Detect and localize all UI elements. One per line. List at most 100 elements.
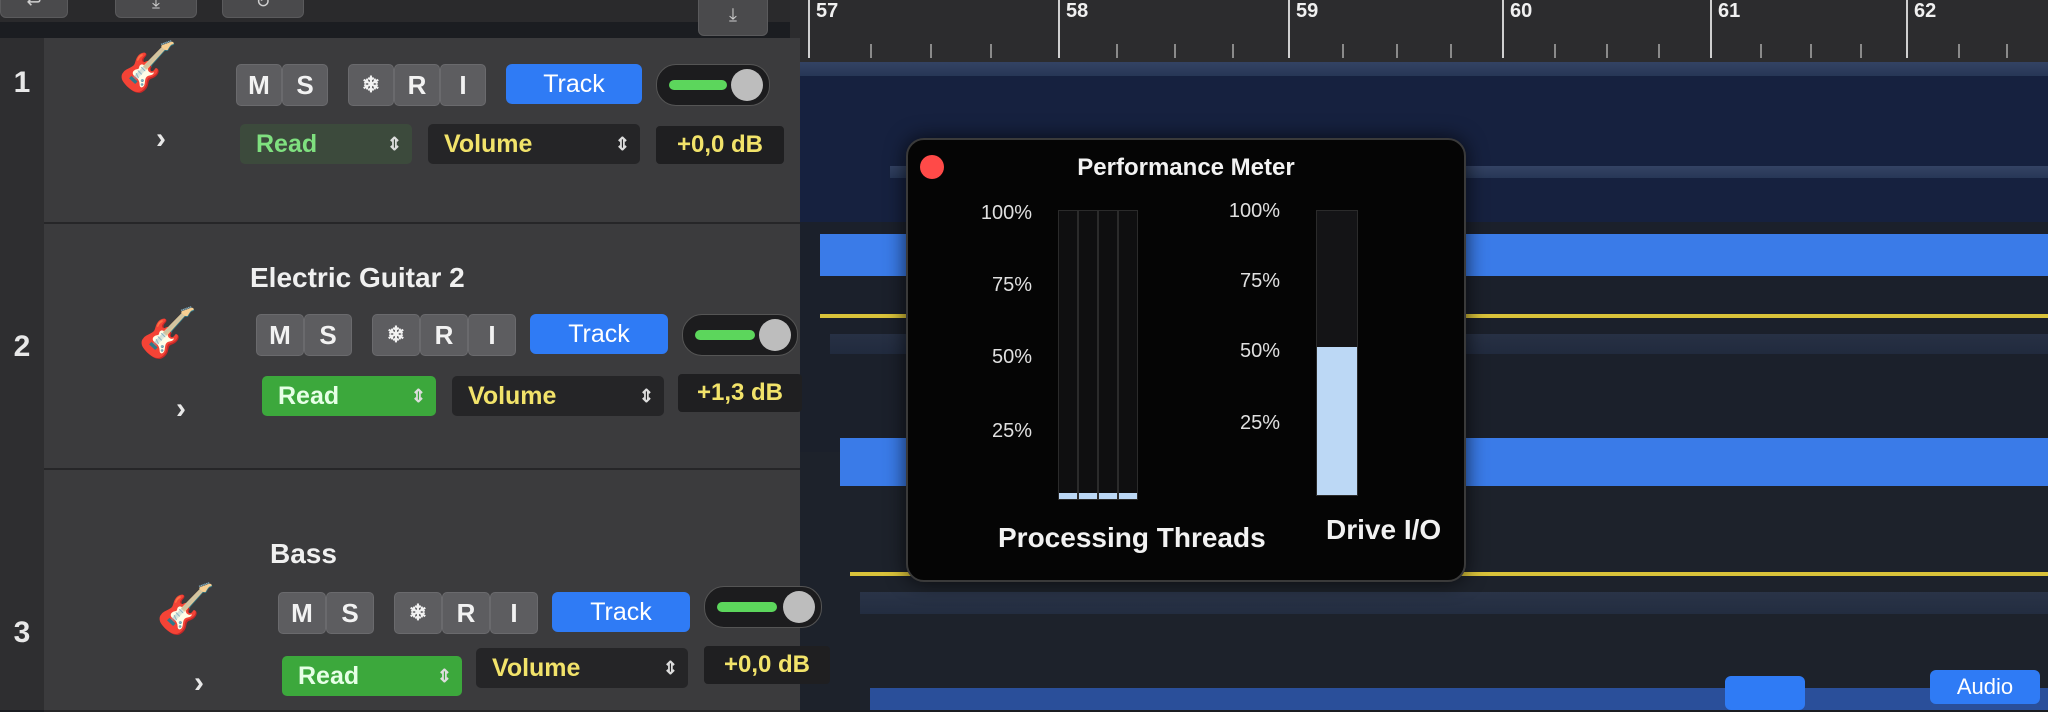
- track-name[interactable]: Bass: [270, 538, 337, 570]
- window-title: Performance Meter: [1077, 154, 1295, 181]
- ruler-tick: [1232, 44, 1234, 58]
- automation-value[interactable]: +1,3 dB: [678, 374, 802, 412]
- automation-mode-popup[interactable]: Read ⇕: [240, 124, 412, 164]
- ruler-tick: [1958, 44, 1960, 58]
- thread-bar-1: [1058, 210, 1078, 500]
- drive-io-label: Drive I/O: [1326, 514, 1442, 545]
- record-enable-button[interactable]: R: [420, 314, 468, 356]
- ruler-tick: [1116, 44, 1118, 58]
- automation-value[interactable]: +0,0 dB: [704, 646, 830, 684]
- input-monitor-button[interactable]: I: [468, 314, 516, 356]
- thread-level-4: [1119, 493, 1137, 499]
- freeze-button[interactable]: ❄: [348, 64, 394, 106]
- bottom-toggle-button[interactable]: [1725, 676, 1805, 710]
- automation-parameter-popup[interactable]: Volume ⇕: [476, 648, 688, 688]
- automation-mode-popup[interactable]: Read ⇕: [262, 376, 436, 416]
- performance-meter-window[interactable]: Performance Meter 100% 75% 50% 25% 100% …: [906, 138, 1466, 582]
- timeline-ruler[interactable]: 57 58 59 60 61 62: [790, 0, 2048, 63]
- slider-knob[interactable]: [759, 319, 791, 351]
- input-monitor-button[interactable]: I: [440, 64, 486, 106]
- thread-level-1: [1059, 493, 1077, 499]
- bar-label-58: 58: [1058, 0, 1088, 58]
- audio-region[interactable]: [870, 688, 2048, 710]
- scale-label: 75%: [1239, 270, 1280, 292]
- processing-threads-label: Processing Threads: [998, 522, 1266, 553]
- disclosure-chevron[interactable]: ›: [194, 666, 204, 700]
- scale-label: 75%: [991, 274, 1032, 296]
- track-headers: 1 2 3 🎸 › M S ❄ R I Track Read ⇕ Volume ⇕ …: [0, 38, 830, 712]
- ruler-tick: [1606, 44, 1608, 58]
- volume-slider[interactable]: [704, 586, 822, 628]
- arrow-icon: ↩: [26, 0, 42, 12]
- track-number-1: 1: [13, 66, 31, 99]
- thread-level-2: [1079, 493, 1097, 499]
- track-button[interactable]: Track: [506, 64, 642, 104]
- solo-button[interactable]: S: [304, 314, 352, 356]
- record-enable-button[interactable]: R: [394, 64, 440, 106]
- scale-label: 25%: [1239, 412, 1280, 434]
- popup-arrows-icon: ⇕: [662, 658, 678, 678]
- slider-knob[interactable]: [731, 69, 763, 101]
- automation-parameter-popup[interactable]: Volume ⇕: [428, 124, 640, 164]
- automation-mode-label: Read: [256, 130, 318, 158]
- input-monitor-button[interactable]: I: [490, 592, 538, 634]
- download-button[interactable]: ⤓: [698, 0, 768, 36]
- record-enable-button[interactable]: R: [442, 592, 490, 634]
- automation-parameter-label: Volume: [468, 382, 557, 410]
- automation-parameter-label: Volume: [492, 654, 581, 682]
- freeze-button[interactable]: ❄: [394, 592, 442, 634]
- track-button[interactable]: Track: [552, 592, 690, 632]
- disclosure-chevron[interactable]: ›: [176, 392, 186, 426]
- mute-button[interactable]: M: [278, 592, 326, 634]
- bar-label-61: 61: [1710, 0, 1740, 58]
- freeze-button[interactable]: ❄: [372, 314, 420, 356]
- toolbar-button-1[interactable]: ↩: [0, 0, 68, 18]
- ruler-tick: [1860, 44, 1862, 58]
- solo-button[interactable]: S: [326, 592, 374, 634]
- drive-io-level: [1317, 347, 1357, 495]
- loop-icon: ↻: [255, 0, 271, 12]
- track-name[interactable]: Electric Guitar 2: [250, 262, 465, 294]
- bar-label-57: 57: [808, 0, 838, 58]
- ruler-tick: [1810, 44, 1812, 58]
- toolbar-button-2[interactable]: ⤓: [115, 0, 197, 18]
- automation-value[interactable]: +0,0 dB: [656, 126, 784, 164]
- mute-button[interactable]: M: [236, 64, 282, 106]
- electric-guitar-red-icon: 🎸: [118, 41, 178, 94]
- volume-slider[interactable]: [682, 314, 798, 356]
- drive-io-meter: [1316, 210, 1358, 496]
- audio-waveform: [860, 592, 2048, 614]
- volume-slider[interactable]: [656, 64, 770, 106]
- toolbar-button-3[interactable]: ↻: [222, 0, 304, 18]
- slider-fill: [717, 602, 777, 612]
- disclosure-chevron[interactable]: ›: [156, 122, 166, 156]
- toolbar: ↩ ⤓ ↻ ⤓: [0, 0, 790, 36]
- download-icon: ⤓: [152, 0, 160, 12]
- scale-label: 100%: [980, 202, 1032, 224]
- slider-knob[interactable]: [783, 591, 815, 623]
- ruler-tick: [2006, 44, 2008, 58]
- track-header-3[interactable]: Bass 🎸 › M S ❄ R I Track Read ⇕ Volume ⇕ +…: [44, 470, 830, 712]
- track-number-3: 3: [13, 616, 31, 649]
- ruler-tick: [930, 44, 932, 58]
- ruler-tick: [1760, 44, 1762, 58]
- solo-button[interactable]: S: [282, 64, 328, 106]
- track-header-1[interactable]: 🎸 › M S ❄ R I Track Read ⇕ Volume ⇕ +0,0 d…: [44, 38, 800, 224]
- automation-parameter-label: Volume: [444, 130, 533, 158]
- ruler-tick: [1174, 44, 1176, 58]
- scale-label: 100%: [1228, 200, 1280, 222]
- slider-fill: [669, 80, 727, 90]
- bar-label-62: 62: [1906, 0, 1936, 58]
- automation-mode-popup[interactable]: Read ⇕: [282, 656, 462, 696]
- slider-fill: [695, 330, 755, 340]
- popup-arrows-icon: ⇕: [638, 386, 654, 406]
- mute-button[interactable]: M: [256, 314, 304, 356]
- ruler-tick: [1554, 44, 1556, 58]
- scale-label: 50%: [991, 346, 1032, 368]
- automation-mode-label: Read: [278, 382, 340, 410]
- track-header-2[interactable]: Electric Guitar 2 🎸 › M S ❄ R I Track Re…: [44, 224, 802, 470]
- audio-button[interactable]: Audio: [1930, 670, 2040, 704]
- automation-parameter-popup[interactable]: Volume ⇕: [452, 376, 664, 416]
- thread-level-3: [1099, 493, 1117, 499]
- track-button[interactable]: Track: [530, 314, 668, 354]
